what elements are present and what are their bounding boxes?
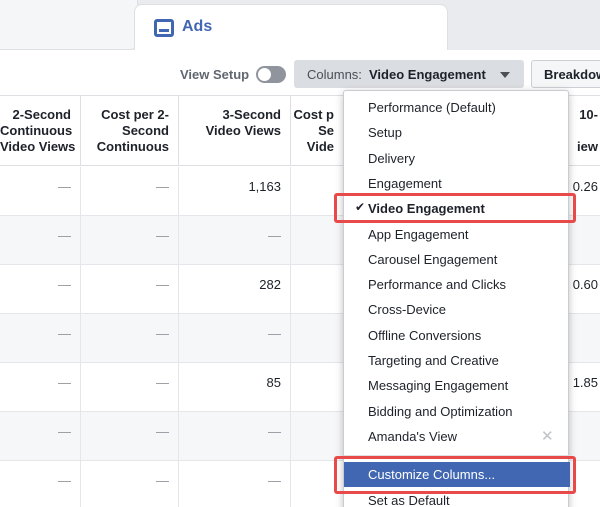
menu-item[interactable]: Messaging Engagement (344, 373, 570, 398)
table-cell: — (0, 412, 81, 461)
callout-video-engagement (334, 193, 576, 223)
table-cell: 282 (179, 265, 291, 314)
menu-item-label: App Engagement (368, 226, 469, 242)
menu-item[interactable]: Setup (344, 120, 570, 145)
column-header[interactable]: Cost per 2- Second Continuous (81, 96, 179, 166)
menu-item-label: Engagement (368, 175, 442, 191)
table-cell: — (0, 461, 81, 507)
table-cell: — (0, 314, 81, 363)
table-cell: — (81, 363, 179, 412)
table-cell (291, 314, 344, 363)
table-cell: — (81, 314, 179, 363)
table-cell: — (0, 216, 81, 265)
menu-item-label: Amanda's View (368, 428, 457, 444)
menu-item-label: Performance and Clicks (368, 277, 506, 293)
menu-item-label: Delivery (368, 150, 415, 166)
menu-item[interactable]: Carousel Engagement (344, 247, 570, 272)
table-cell: — (179, 314, 291, 363)
menu-item[interactable]: Performance (Default) (344, 95, 570, 120)
menu-item[interactable]: Cross-Device (344, 297, 570, 322)
table-cell: — (0, 363, 81, 412)
table-cell (291, 412, 344, 461)
table-cell (291, 216, 344, 265)
table-cell (291, 363, 344, 412)
breakdown-label: Breakdown (544, 67, 600, 82)
breakdown-button[interactable]: Breakdown (531, 60, 600, 88)
table-cell (567, 314, 600, 363)
column-header[interactable]: 3-Second Video Views (179, 96, 291, 166)
menu-item-label: Messaging Engagement (368, 378, 509, 394)
table-cell: — (81, 412, 179, 461)
menu-item[interactable]: Delivery (344, 146, 570, 171)
view-setup-label: View Setup (180, 67, 250, 82)
menu-item-label: Targeting and Creative (368, 353, 499, 368)
menu-item[interactable]: Targeting and Creative (344, 348, 570, 373)
columns-label: Columns: (307, 67, 362, 82)
menu-item-label: Bidding and Optimization (368, 403, 513, 419)
menu-item-label: Carousel Engagement (368, 251, 498, 267)
callout-customize-columns (334, 456, 576, 494)
table-cell: 0.60 (572, 277, 598, 292)
chevron-down-icon (500, 72, 510, 78)
menu-item-label: Cross-Device (368, 302, 447, 318)
ads-icon (154, 19, 174, 37)
menu-item-label: Offline Conversions (368, 327, 482, 343)
menu-item[interactable]: Amanda's View ✕ (344, 424, 570, 449)
set-as-default-label: Set as Default (368, 493, 450, 507)
menu-item[interactable]: App Engagement (344, 222, 570, 247)
menu-item-label: Setup (368, 125, 402, 141)
table-cell: — (81, 167, 179, 216)
table-cell: — (0, 167, 81, 216)
menu-item-label: Performance (Default) (368, 100, 496, 115)
table-cell: 85 (179, 363, 291, 412)
table-cell: — (179, 412, 291, 461)
table-cell (291, 265, 344, 314)
columns-menu: Performance (Default) Setup Delivery Engage… (343, 90, 570, 507)
table-cell: — (81, 265, 179, 314)
tab-strip: Ads (0, 0, 600, 54)
table-cell: 1.85 (572, 375, 598, 390)
columns-value: Video Engagement (369, 67, 486, 82)
table-cell: — (0, 265, 81, 314)
column-header[interactable]: Cost p Se Vide (291, 96, 344, 166)
tab-previous[interactable] (0, 0, 138, 50)
table-cell: — (81, 461, 179, 507)
columns-dropdown-button[interactable]: Columns: Video Engagement (294, 60, 524, 88)
menu-item[interactable]: Offline Conversions (344, 323, 570, 348)
column-header[interactable]: 2-Second Continuous Video Views (0, 96, 81, 166)
table-cell (567, 412, 600, 461)
menu-item[interactable]: Performance and Clicks (344, 272, 570, 297)
table-cell: — (179, 216, 291, 265)
table-cell (567, 216, 600, 265)
tab-ads[interactable]: Ads (134, 4, 448, 54)
table-cell: 1,163 (179, 167, 291, 216)
tab-ads-label: Ads (182, 18, 213, 35)
close-icon[interactable]: ✕ (541, 427, 554, 445)
table-cell: — (179, 461, 291, 507)
menu-item[interactable]: Bidding and Optimization (344, 399, 570, 424)
table-cell: — (81, 216, 179, 265)
column-header[interactable]: 10- iew (567, 96, 600, 166)
view-setup-toggle[interactable] (256, 66, 286, 83)
